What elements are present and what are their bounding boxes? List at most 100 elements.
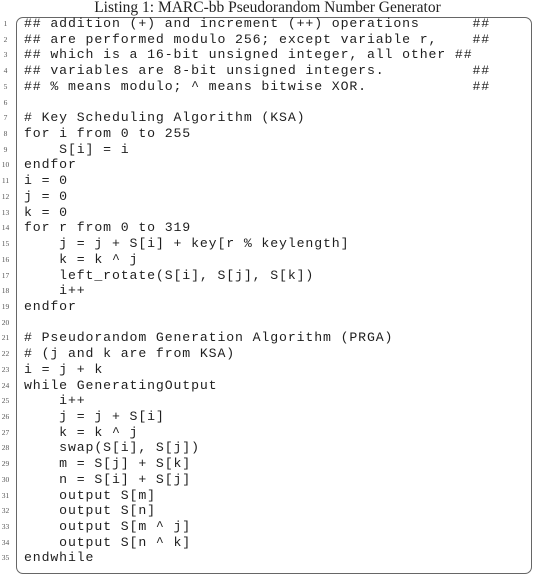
code-text: endfor (24, 298, 77, 314)
code-text: output S[n] (24, 503, 156, 519)
code-text: # Pseudorandom Generation Algorithm (PRG… (24, 330, 394, 346)
code-line: 35 endwhile (0, 550, 535, 566)
code-text: j = j + S[i] + key[r % keylength] (24, 236, 350, 252)
code-line: 23 i = j + k (0, 362, 535, 378)
line-number: 16 (1, 254, 10, 264)
line-number: 13 (1, 207, 10, 217)
code-text: output S[n ^ k] (24, 534, 192, 550)
code-text: endwhile (24, 550, 95, 566)
code-text: i++ (24, 283, 86, 299)
line-number: 7 (3, 113, 8, 123)
code-line: 29 m = S[j] + S[k] (0, 456, 535, 472)
line-number: 11 (1, 176, 10, 186)
line-number: 4 (3, 66, 8, 76)
line-number: 28 (1, 443, 10, 453)
code-line: 24 while GeneratingOutput (0, 378, 535, 394)
line-number: 31 (1, 490, 10, 500)
line-number: 8 (3, 129, 8, 139)
code-text: ## addition (+) and increment (++) opera… (24, 16, 491, 31)
code-line: 19 endfor (0, 299, 535, 315)
code-line: 3 ## which is a 16-bit unsigned integer, … (0, 47, 535, 63)
line-number: 33 (1, 522, 10, 531)
code-line: 6 (0, 95, 535, 111)
line-number: 12 (1, 191, 10, 201)
line-number: 25 (1, 396, 10, 406)
code-line: 14 for r from 0 to 319 (0, 220, 535, 236)
code-text: ## variables are 8-bit unsigned integers… (24, 63, 491, 79)
line-number: 30 (1, 474, 10, 484)
line-number: 23 (1, 364, 10, 374)
code-line: 15 j = j + S[i] + key[r % keylength] (0, 236, 535, 252)
code-line: 5 ## % means modulo; ^ means bitwise XOR.… (0, 79, 535, 95)
code-text: left_rotate(S[i], S[j], S[k]) (24, 267, 315, 283)
line-number: 29 (1, 459, 10, 469)
line-number: 24 (1, 380, 10, 390)
line-number: 26 (1, 411, 10, 421)
code-line: 18 i++ (0, 283, 535, 299)
line-number: 27 (1, 427, 10, 437)
line-number: 15 (1, 239, 10, 249)
code-text: i = 0 (24, 173, 68, 189)
line-number: 5 (3, 81, 8, 91)
code-line: 30 n = S[i] + S[j] (0, 472, 535, 488)
code-line: 1 ## addition (+) and increment (++) oper… (0, 16, 535, 32)
code-line: 33 output S[m ^ j] (0, 519, 535, 535)
code-line: 16 k = k ^ j (0, 252, 535, 268)
code-line: 22 # (j and k are from KSA) (0, 346, 535, 362)
line-number: 32 (1, 506, 10, 516)
code-line: 17 left_rotate(S[i], S[j], S[k]) (0, 268, 535, 284)
code-listing: 1 ## addition (+) and increment (++) oper… (0, 16, 535, 566)
code-line: 26 j = j + S[i] (0, 409, 535, 425)
code-line: 21 # Pseudorandom Generation Algorithm (P… (0, 330, 535, 346)
code-text: i = j + k (24, 361, 104, 377)
code-text: k = 0 (24, 204, 68, 220)
code-line: 8 for i from 0 to 255 (0, 126, 535, 142)
code-text: j = 0 (24, 188, 68, 204)
code-text: k = k ^ j (24, 424, 139, 440)
code-text: swap(S[i], S[j]) (24, 440, 200, 456)
code-line: 34 output S[n ^ k] (0, 535, 535, 551)
code-text: m = S[j] + S[k] (24, 456, 192, 472)
line-number: 35 (1, 553, 10, 563)
line-number: 9 (3, 144, 8, 154)
code-line: 25 i++ (0, 393, 535, 409)
code-text: ## which is a 16-bit unsigned integer, a… (24, 47, 473, 63)
code-line: 4 ## variables are 8-bit unsigned integer… (0, 63, 535, 79)
code-text: output S[m ^ j] (24, 519, 192, 534)
line-number: 22 (1, 349, 10, 359)
code-line: 11 i = 0 (0, 173, 535, 189)
code-line: 28 swap(S[i], S[j]) (0, 440, 535, 456)
listing-caption: Listing 1: MARC-bb Pseudorandom Number G… (94, 0, 441, 16)
code-line: 32 output S[n] (0, 503, 535, 519)
code-text: # (j and k are from KSA) (24, 346, 236, 362)
code-text: # Key Scheduling Algorithm (KSA) (24, 110, 306, 126)
code-text: k = k ^ j (24, 251, 139, 267)
code-line: 2 ## are performed modulo 256; except var… (0, 32, 535, 48)
code-text: i++ (24, 393, 86, 409)
code-line: 27 k = k ^ j (0, 425, 535, 441)
line-number: 17 (1, 270, 10, 280)
line-number: 14 (1, 223, 10, 233)
code-line: 20 (0, 315, 535, 331)
code-text: while GeneratingOutput (24, 377, 218, 393)
code-line: 7 # Key Scheduling Algorithm (KSA) (0, 110, 535, 126)
code-text: for r from 0 to 319 (24, 220, 192, 236)
line-number: 21 (1, 333, 10, 343)
line-number: 2 (3, 34, 8, 44)
code-line: 9 S[i] = i (0, 142, 535, 158)
line-number: 10 (1, 160, 10, 170)
line-number: 1 (3, 19, 8, 28)
code-text: ## % means modulo; ^ means bitwise XOR. … (24, 78, 491, 94)
line-number: 34 (1, 537, 10, 547)
code-line: 12 j = 0 (0, 189, 535, 205)
line-number: 6 (3, 97, 8, 107)
line-number: 19 (1, 301, 10, 311)
code-line: 13 k = 0 (0, 205, 535, 221)
code-text: for i from 0 to 255 (24, 126, 192, 142)
code-text: j = j + S[i] (24, 408, 165, 424)
code-line: 31 output S[m] (0, 488, 535, 504)
code-text: endfor (24, 157, 77, 173)
line-number: 18 (1, 286, 10, 296)
code-text: output S[m] (24, 487, 156, 503)
line-number: 3 (3, 50, 8, 60)
